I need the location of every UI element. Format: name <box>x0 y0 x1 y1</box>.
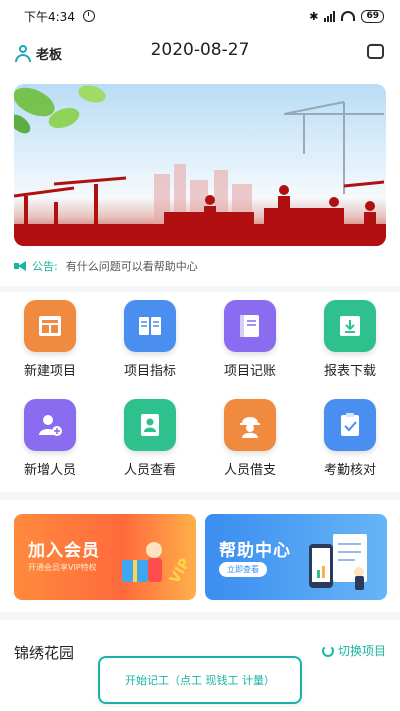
start-recording-button[interactable]: 开始记工（点工 现钱工 计量） <box>98 656 302 704</box>
section-divider <box>0 492 400 500</box>
app-header: 老板 2020-08-27 <box>0 36 400 72</box>
grid-item[interactable]: 项目指标 <box>100 300 200 379</box>
battery-icon: 69 <box>361 9 384 23</box>
project-name: 锦绣花园 <box>14 644 75 662</box>
banner-image[interactable] <box>14 84 386 246</box>
grid-item[interactable]: 考勤核对 <box>300 399 400 478</box>
grid-item-label: 人员借支 <box>223 463 276 478</box>
grid-item[interactable]: 人员借支 <box>200 399 300 478</box>
megaphone-icon <box>14 261 28 271</box>
grid-item-label: 考勤核对 <box>323 463 376 478</box>
add-person-icon <box>24 399 76 451</box>
message-icon[interactable] <box>367 40 384 59</box>
grid-item-label: 项目记账 <box>223 364 276 379</box>
switch-project-button[interactable]: 切换项目 <box>321 642 386 659</box>
announcement-text: 有什么问题可以看帮助中心 <box>65 260 198 273</box>
status-time: 下午4:34 <box>24 9 75 24</box>
announcement-bar[interactable]: 公告: 有什么问题可以看帮助中心 <box>14 256 386 276</box>
grid-item[interactable]: 人员查看 <box>100 399 200 478</box>
vip-badge: VIP <box>167 556 194 587</box>
grid-item-label: 报表下载 <box>323 364 376 379</box>
view-personnel-icon <box>124 399 176 451</box>
project-metrics-icon <box>124 300 176 352</box>
grid-item-label: 人员查看 <box>123 463 176 478</box>
new-project-icon <box>24 300 76 352</box>
function-grid: 新建项目 项目指标 项目记账 报表下载新增人员 人员查看 人员借支 考勤核对 <box>0 300 400 478</box>
grid-item-label: 新增人员 <box>23 463 76 478</box>
help-center-card[interactable]: 帮助中心 立即查看 <box>205 514 387 600</box>
section-divider <box>0 286 400 292</box>
grid-item[interactable]: 项目记账 <box>200 300 300 379</box>
grid-item[interactable]: 新建项目 <box>0 300 100 379</box>
personnel-advance-icon <box>224 399 276 451</box>
project-ledger-icon <box>224 300 276 352</box>
switch-project-label: 切换项目 <box>337 644 386 658</box>
report-download-icon <box>324 300 376 352</box>
grid-item[interactable]: 报表下载 <box>300 300 400 379</box>
signal-icon <box>324 10 336 22</box>
bluetooth-icon: ✱ <box>309 9 319 23</box>
section-divider <box>0 612 400 620</box>
join-membership-card[interactable]: 加入会员 开通会员享VIP特权 VIP <box>14 514 196 600</box>
refresh-icon <box>321 644 334 657</box>
header-date: 2020-08-27 <box>150 40 250 60</box>
grid-item-label: 新建项目 <box>23 364 76 379</box>
wifi-icon <box>341 11 356 21</box>
announcement-label: 公告: <box>32 260 58 273</box>
status-bar: 下午4:34 ✱ 69 <box>0 0 400 32</box>
grid-item-label: 项目指标 <box>123 364 176 379</box>
grid-item[interactable]: 新增人员 <box>0 399 100 478</box>
alarm-icon <box>82 10 95 22</box>
attendance-check-icon <box>324 399 376 451</box>
